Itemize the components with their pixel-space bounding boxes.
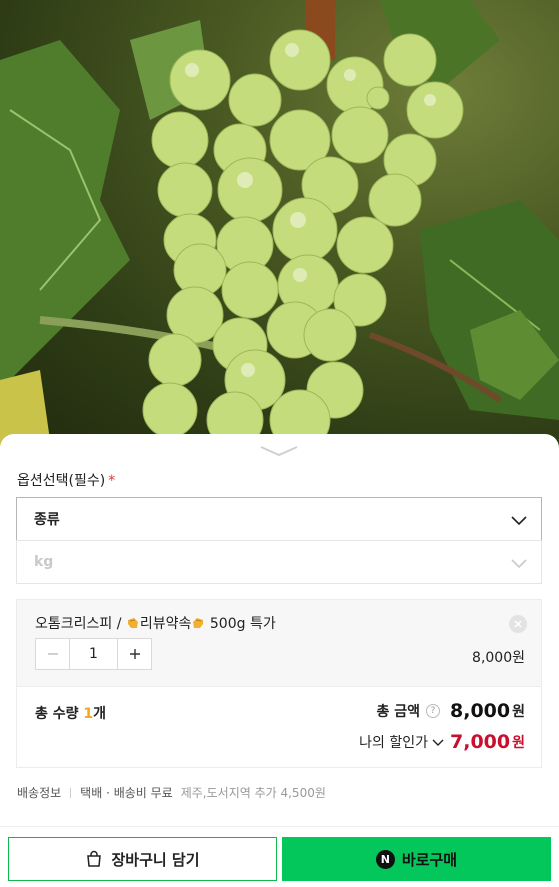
shopping-bag-icon <box>87 850 102 867</box>
discount-price-currency: 원 <box>512 735 525 751</box>
total-amount-value: 8,000 <box>450 700 511 722</box>
discount-price-row[interactable]: 나의 할인가 7,000 원 <box>359 731 525 753</box>
chevron-down-icon <box>511 516 527 526</box>
quantity-stepper: 1 <box>35 638 152 670</box>
option-section-title: 옵션선택(필수) * <box>17 470 115 490</box>
plus-icon <box>129 649 140 659</box>
item-name-suffix: 500g 특가 <box>205 616 276 632</box>
required-mark: * <box>108 473 116 489</box>
chevron-down-icon <box>432 739 444 746</box>
selected-item-name: 오톰크리스피 / 리뷰약속 500g 특가 <box>35 613 276 633</box>
buy-now-label: 바로구매 <box>401 850 458 869</box>
item-name-prefix: 오톰크리스피 / <box>35 616 126 632</box>
shipping-info: 배송정보 택배 · 배송비 무료 제주,도서지역 추가 4,500원 <box>17 784 326 801</box>
total-quantity-label: 총 수량 <box>35 706 84 722</box>
naver-pay-icon: N <box>375 849 395 869</box>
type-select-label: 종류 <box>34 512 60 528</box>
total-amount-row: 총 금액 ? 8,000 원 <box>376 700 525 722</box>
product-photo <box>0 0 559 450</box>
sheet-collapse-handle[interactable] <box>259 444 299 458</box>
shipping-label: 배송정보 <box>17 786 62 800</box>
discount-price-label: 나의 할인가 <box>359 735 428 751</box>
add-to-cart-label: 장바구니 담기 <box>111 850 200 869</box>
add-to-cart-button[interactable]: 장바구니 담기 <box>8 837 277 881</box>
remove-item-button[interactable] <box>509 615 527 633</box>
total-quantity-value: 1 <box>83 706 94 722</box>
shipping-method: 택배 · 배송비 무료 <box>80 786 173 800</box>
weight-select: kg <box>16 540 542 584</box>
option-title-text: 옵션선택(필수) <box>17 473 106 489</box>
shipping-extra-fee: 제주,도서지역 추가 4,500원 <box>180 786 326 800</box>
hand-emoji-icon <box>193 618 204 628</box>
quantity-value[interactable]: 1 <box>69 639 118 669</box>
buy-now-button[interactable]: N 바로구매 <box>282 837 551 881</box>
decrease-quantity-button[interactable] <box>36 639 69 669</box>
total-quantity: 총 수량 1개 <box>35 703 106 723</box>
footer-divider <box>0 826 559 827</box>
item-price: 8,000원 <box>472 650 525 666</box>
total-amount-label: 총 금액 <box>376 704 420 720</box>
selected-item: 오톰크리스피 / 리뷰약속 500g 특가 1 8,000원 <box>16 599 542 686</box>
hand-emoji-icon <box>127 618 138 628</box>
increase-quantity-button[interactable] <box>118 639 151 669</box>
total-quantity-unit: 개 <box>93 706 107 722</box>
total-summary: 총 수량 1개 총 금액 ? 8,000 원 나의 할인가 7,000 원 <box>16 686 542 768</box>
type-select[interactable]: 종류 <box>16 497 542 541</box>
close-icon <box>514 620 522 628</box>
total-amount-currency: 원 <box>512 704 525 720</box>
chevron-down-icon <box>511 559 527 569</box>
grape-illustration <box>0 0 559 450</box>
item-name-review: 리뷰약속 <box>139 616 192 632</box>
weight-select-label: kg <box>34 554 54 570</box>
help-icon[interactable]: ? <box>426 704 440 718</box>
option-sheet: 옵션선택(필수)* 종류 kg 오톰크리스피 / 리뷰약속 500g 특가 1 <box>0 434 559 887</box>
discount-price-value: 7,000 <box>450 731 511 753</box>
shipping-divider <box>70 787 72 798</box>
minus-icon <box>47 653 58 655</box>
